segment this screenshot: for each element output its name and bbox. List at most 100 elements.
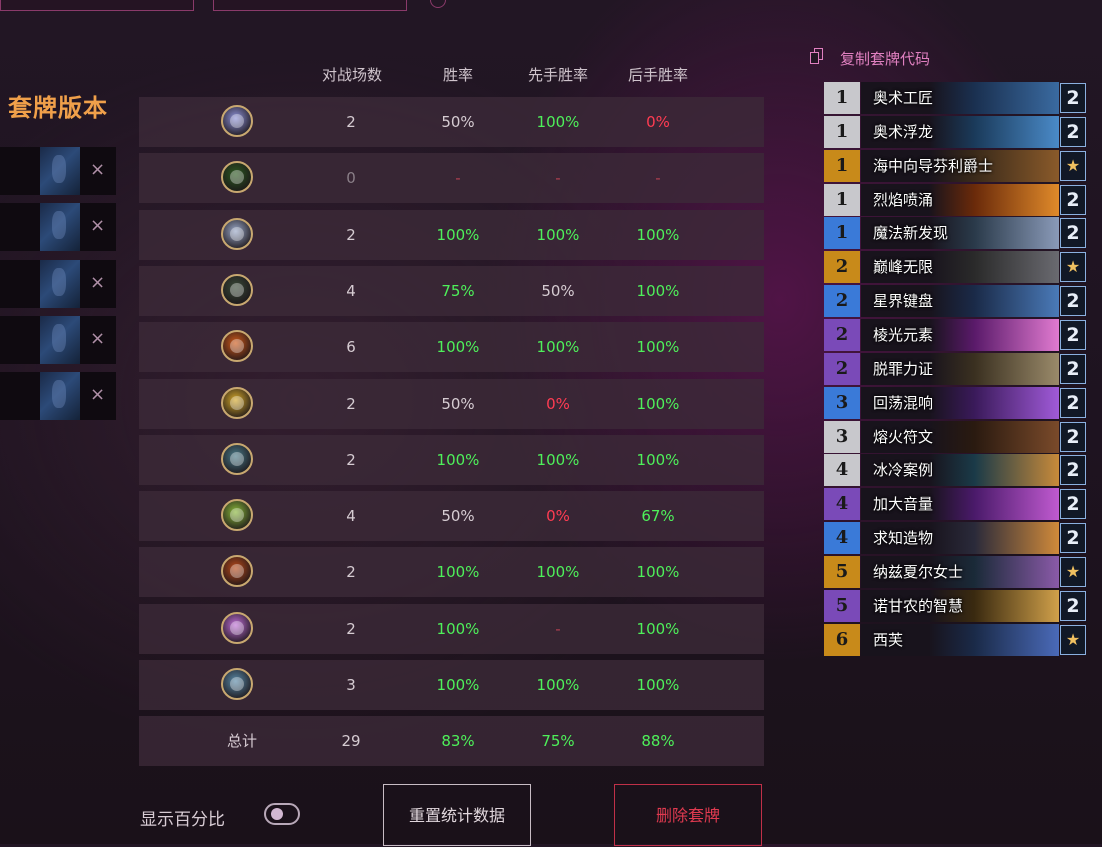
deck-card[interactable]: 1 烈焰喷涌 2	[824, 183, 1086, 216]
legendary-star-icon: ★	[1060, 624, 1086, 655]
rogue-class-icon	[221, 273, 253, 306]
total-first-win-rate: 75%	[541, 732, 575, 750]
card-count: 2	[1060, 319, 1086, 350]
warrior-class-icon	[221, 330, 253, 363]
win-rate-cell: 100%	[436, 225, 480, 244]
win-rate-cell: 100%	[436, 619, 480, 638]
deck-card[interactable]: 3 回荡混响 2	[824, 386, 1086, 419]
second-win-rate-cell: 100%	[636, 450, 680, 469]
card-count: 2	[1060, 116, 1086, 147]
win-rate-cell: 100%	[436, 450, 480, 469]
version-item[interactable]: ×	[0, 147, 116, 195]
card-tile: 纳兹夏尔女士	[861, 555, 1059, 588]
card-tile: 巅峰无限	[861, 251, 1059, 284]
card-name: 求知造物	[873, 529, 934, 548]
deck-card[interactable]: 6 西芙 ★	[824, 623, 1086, 656]
deck-card[interactable]: 2 脱罪力证 2	[824, 352, 1086, 385]
delete-deck-button[interactable]: 删除套牌	[614, 784, 762, 846]
games-cell: 2	[346, 619, 356, 638]
stats-row: 6 100% 100% 100%	[139, 322, 764, 373]
legendary-star-icon: ★	[1060, 556, 1086, 587]
card-count: 2	[1060, 523, 1086, 554]
card-tile: 加大音量	[861, 488, 1059, 521]
card-name: 加大音量	[873, 495, 934, 514]
stats-row: 3 100% 100% 100%	[139, 660, 764, 710]
games-cell: 2	[346, 450, 356, 469]
win-rate-cell: 75%	[441, 281, 475, 300]
remove-version-icon[interactable]: ×	[90, 159, 105, 180]
win-rate-cell: 100%	[436, 563, 480, 582]
card-count: 2	[1060, 353, 1086, 384]
deck-card[interactable]: 1 海中向导芬利爵士 ★	[824, 149, 1086, 182]
card-cost: 1	[824, 115, 860, 148]
remove-version-icon[interactable]: ×	[90, 272, 105, 293]
legendary-star-icon: ★	[1060, 252, 1086, 283]
card-count: 2	[1060, 590, 1086, 621]
version-item[interactable]: ×	[0, 259, 116, 308]
card-cost: 1	[824, 183, 860, 216]
first-win-rate-cell: 0%	[546, 394, 570, 413]
card-count: 2	[1060, 218, 1086, 249]
card-cost: 5	[824, 555, 860, 588]
stats-row: 2 100% 100% 100%	[139, 547, 764, 598]
games-cell: 4	[346, 281, 356, 300]
second-win-rate-cell: 0%	[646, 113, 670, 131]
copy-deck-code-button[interactable]: 复制套牌代码	[840, 48, 930, 69]
card-art	[929, 285, 1059, 318]
total-win-rate: 83%	[441, 732, 475, 750]
header-games: 对战场数	[321, 66, 382, 84]
top-tab-fragment-right	[213, 0, 407, 11]
card-tile: 星界键盘	[861, 285, 1059, 318]
version-item[interactable]: ×	[0, 372, 116, 421]
win-rate-cell: 50%	[441, 394, 475, 413]
header-second-win-rate: 后手胜率	[627, 66, 688, 84]
reset-stats-button[interactable]: 重置统计数据	[383, 784, 531, 846]
card-tile: 冰冷案例	[861, 454, 1059, 487]
card-name: 西芙	[873, 630, 904, 649]
deck-card[interactable]: 1 奥术工匠 2	[824, 82, 1086, 114]
card-cost: 1	[824, 217, 860, 250]
card-cost: 3	[824, 420, 860, 453]
card-name: 魔法新发现	[873, 224, 949, 243]
games-cell: 4	[346, 507, 356, 526]
first-win-rate-cell: -	[555, 619, 561, 638]
card-cost: 4	[824, 522, 860, 555]
deck-card[interactable]: 2 巅峰无限 ★	[824, 251, 1086, 284]
remove-version-icon[interactable]: ×	[90, 215, 105, 236]
second-win-rate-cell: 100%	[636, 619, 680, 638]
toggle-knob	[271, 808, 283, 820]
total-row: 总计 29 83% 75% 88%	[139, 716, 764, 766]
remove-version-icon[interactable]: ×	[90, 328, 105, 349]
deck-card[interactable]: 4 加大音量 2	[824, 488, 1086, 521]
card-tile: 诺甘农的智慧	[861, 589, 1059, 622]
card-cost: 5	[824, 589, 860, 622]
show-percent-toggle[interactable]	[264, 803, 300, 825]
second-win-rate-cell: 100%	[636, 225, 680, 244]
deck-card[interactable]: 5 纳兹夏尔女士 ★	[824, 555, 1086, 588]
stats-row: 4 75% 50% 100%	[139, 265, 764, 316]
version-item[interactable]: ×	[0, 315, 116, 364]
card-name: 海中向导芬利爵士	[873, 156, 994, 175]
card-art	[929, 454, 1059, 487]
deck-card[interactable]: 1 奥术浮龙 2	[824, 115, 1086, 148]
deck-card[interactable]: 1 魔法新发现 2	[824, 217, 1086, 250]
top-circle-fragment	[430, 0, 446, 8]
version-item[interactable]: ×	[0, 203, 116, 252]
remove-version-icon[interactable]: ×	[90, 384, 105, 405]
deck-card[interactable]: 4 冰冷案例 2	[824, 454, 1086, 487]
card-tile: 回荡混响	[861, 386, 1059, 419]
deck-card[interactable]: 2 星界键盘 2	[824, 285, 1086, 318]
games-cell: 2	[346, 394, 356, 413]
copy-icon[interactable]	[810, 48, 824, 66]
card-art	[929, 488, 1059, 521]
stats-row: 2 50% 100% 0%	[139, 97, 764, 147]
stats-row: 2 100% 100% 100%	[139, 209, 764, 260]
card-art	[929, 82, 1059, 114]
card-tile: 烈焰喷涌	[861, 183, 1059, 216]
deck-card[interactable]: 5 诺甘农的智慧 2	[824, 589, 1086, 622]
deck-card[interactable]: 2 棱光元素 2	[824, 318, 1086, 351]
card-tile: 西芙	[861, 623, 1059, 656]
deck-card[interactable]: 3 熔火符文 2	[824, 420, 1086, 453]
games-cell: 2	[346, 563, 356, 582]
deck-card[interactable]: 4 求知造物 2	[824, 522, 1086, 555]
